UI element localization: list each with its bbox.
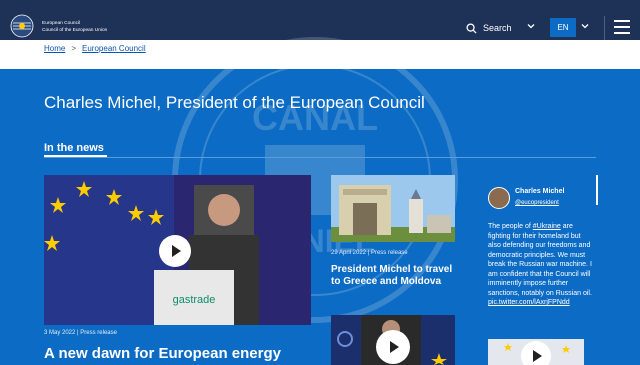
in-the-news-heading: In the news <box>44 142 104 154</box>
breadcrumb: Home > European Council <box>44 44 146 53</box>
chevron-down-icon[interactable] <box>581 22 589 30</box>
search-button[interactable]: Search <box>466 20 512 36</box>
main-news-meta: 3 May 2022 | Press release <box>44 330 117 336</box>
tweet-media-link[interactable]: pic.twitter.com/lAxrjFPNdd <box>488 298 592 308</box>
avatar[interactable] <box>488 187 510 209</box>
tweet-author-handle[interactable]: @eucopresident <box>515 200 559 206</box>
org-name-line1: European Council <box>42 21 81 26</box>
gastrade-logo-text: gastrade <box>173 294 216 306</box>
council-logo-icon[interactable] <box>10 14 34 38</box>
org-name-line2: Council of the European Union <box>42 28 108 33</box>
tweet-media[interactable] <box>488 339 584 365</box>
main-news-video[interactable]: gastrade <box>44 175 311 325</box>
main-news-type: Press release <box>80 330 117 336</box>
play-button-icon[interactable] <box>521 341 551 365</box>
tweet-text-after: are fighting for their homeland but also… <box>488 223 592 297</box>
tweet-text: The people of #Ukraine are fighting for … <box>488 222 592 308</box>
breadcrumb-separator: > <box>71 44 77 53</box>
section-divider <box>44 157 596 158</box>
side-news-image-1[interactable] <box>331 175 455 242</box>
language-selector[interactable]: EN <box>550 18 576 37</box>
main-news-title[interactable]: A new dawn for European energy <box>44 345 281 362</box>
tweet-author-name[interactable]: Charles Michel <box>515 188 564 195</box>
tweet-hashtag[interactable]: #Ukraine <box>533 223 561 230</box>
search-icon <box>466 22 477 34</box>
search-label: Search <box>483 23 512 33</box>
page-title: Charles Michel, President of the Europea… <box>44 93 425 112</box>
side-news-video-2[interactable] <box>331 315 455 365</box>
side-news-meta-1: 29 April 2022 | Press release <box>331 250 408 256</box>
chevron-down-icon[interactable] <box>527 22 535 30</box>
side-news-type-1: Press release <box>370 250 408 256</box>
arch-photo <box>331 175 455 242</box>
twitter-scrollbar[interactable] <box>596 175 598 205</box>
play-button-icon[interactable] <box>376 330 410 364</box>
tweet-text-before: The people of <box>488 223 533 230</box>
side-news-title-1[interactable]: President Michel to travel to Greece and… <box>331 264 455 288</box>
main-news-date: 3 May 2022 <box>44 330 76 336</box>
breadcrumb-current-link[interactable]: European Council <box>82 44 146 53</box>
play-button-icon[interactable] <box>159 235 191 267</box>
hamburger-menu-icon[interactable] <box>614 20 630 34</box>
breadcrumb-home-link[interactable]: Home <box>44 44 65 53</box>
side-news-date-1: 29 April 2022 <box>331 250 367 256</box>
organisation-name[interactable]: European Council Council of the European… <box>42 20 107 34</box>
header-divider <box>604 16 605 40</box>
